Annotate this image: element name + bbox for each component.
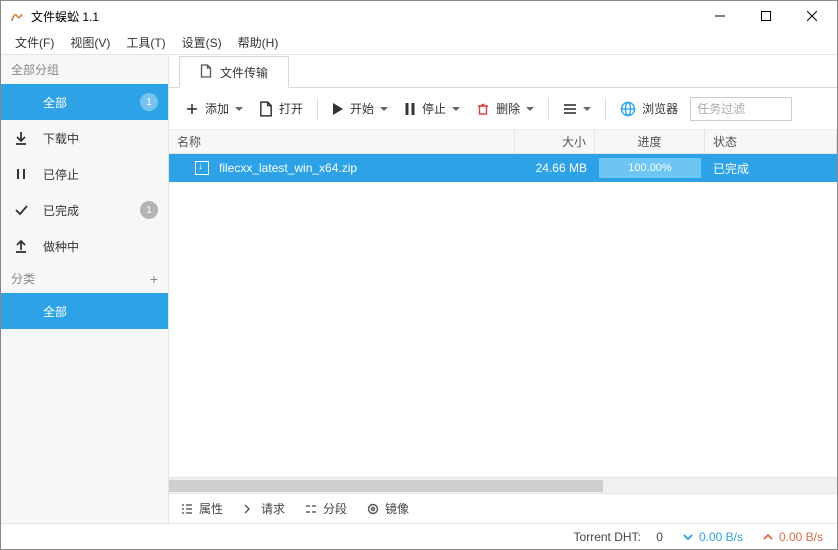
open-button[interactable]: 打开 — [251, 94, 311, 124]
detail-tabs: 属性 请求 分段 镜像 — [169, 493, 837, 523]
menu-help[interactable]: 帮助(H) — [230, 31, 287, 54]
add-category-icon[interactable]: + — [150, 271, 158, 287]
delete-button[interactable]: 删除 — [468, 94, 542, 124]
tab-request[interactable]: 请求 — [243, 500, 285, 517]
minimize-button[interactable] — [697, 1, 743, 31]
sidebar-item-label: 已完成 — [43, 202, 79, 219]
tab-strip: 文件传输 — [169, 55, 837, 88]
sidebar-item-label: 全部 — [43, 303, 67, 320]
sidebar-item-category-all[interactable]: 全部 — [1, 293, 168, 329]
status-download-speed: 0.00 B/s — [683, 530, 743, 544]
horizontal-scrollbar[interactable] — [169, 477, 837, 493]
app-icon — [9, 8, 25, 24]
sidebar-item-completed[interactable]: 已完成 1 — [1, 192, 168, 228]
tab-mirrors[interactable]: 镜像 — [367, 500, 409, 517]
list-header: 名称 大小 进度 状态 — [169, 130, 837, 154]
status-dht: Torrent DHT: 0 — [574, 530, 663, 544]
task-size: 24.66 MB — [515, 154, 595, 182]
menu-settings[interactable]: 设置(S) — [174, 31, 230, 54]
task-name: filecxx_latest_win_x64.zip — [219, 161, 357, 175]
browser-button[interactable]: 浏览器 — [612, 94, 686, 124]
maximize-button[interactable] — [743, 1, 789, 31]
chevron-down-icon — [583, 107, 591, 111]
sidebar-item-label: 做种中 — [43, 238, 79, 255]
sidebar-item-seeding[interactable]: 做种中 — [1, 228, 168, 264]
sidebar-item-label: 全部 — [43, 94, 67, 111]
sidebar-header-category: 分类 + — [1, 264, 168, 293]
menu-tools[interactable]: 工具(T) — [118, 31, 173, 54]
sidebar-header-groups: 全部分组 — [1, 55, 168, 84]
document-icon — [200, 64, 212, 81]
column-name[interactable]: 名称 — [169, 130, 515, 153]
main-area: 全部分组 全部 1 下载中 已停止 已完成 1 做种中 分类 + — [1, 55, 837, 523]
hamburger-icon — [13, 303, 29, 319]
sidebar: 全部分组 全部 1 下载中 已停止 已完成 1 做种中 分类 + — [1, 55, 169, 523]
tab-file-transfer[interactable]: 文件传输 — [179, 56, 289, 88]
menubar: 文件(F) 视图(V) 工具(T) 设置(S) 帮助(H) — [1, 31, 837, 55]
pause-icon — [13, 166, 29, 182]
upload-icon — [13, 238, 29, 254]
sidebar-item-label: 下载中 — [43, 130, 79, 147]
sidebar-item-label: 已停止 — [43, 166, 79, 183]
status-upload-speed: 0.00 B/s — [763, 530, 823, 544]
start-button[interactable]: 开始 — [324, 94, 396, 124]
count-badge: 1 — [140, 201, 158, 219]
stop-button[interactable]: 停止 — [396, 94, 468, 124]
sidebar-item-downloading[interactable]: 下载中 — [1, 120, 168, 156]
content-panel: 文件传输 添加 打开 开始 停止 删除 — [169, 55, 837, 523]
download-icon — [13, 130, 29, 146]
titlebar: 文件蜈蚣 1.1 — [1, 1, 837, 31]
chevron-down-icon — [235, 107, 243, 111]
table-row[interactable]: filecxx_latest_win_x64.zip 24.66 MB 100.… — [169, 154, 837, 182]
archive-icon — [195, 161, 209, 175]
chevron-down-icon — [452, 107, 460, 111]
add-button[interactable]: 添加 — [177, 94, 251, 124]
column-size[interactable]: 大小 — [515, 130, 595, 153]
tab-segments[interactable]: 分段 — [305, 500, 347, 517]
window-title: 文件蜈蚣 1.1 — [31, 8, 697, 25]
chevron-down-icon — [526, 107, 534, 111]
tab-label: 文件传输 — [220, 64, 268, 81]
sidebar-item-paused[interactable]: 已停止 — [1, 156, 168, 192]
count-badge: 1 — [140, 93, 158, 111]
statusbar: Torrent DHT: 0 0.00 B/s 0.00 B/s — [1, 523, 837, 549]
checkmark-icon — [13, 202, 29, 218]
menu-file[interactable]: 文件(F) — [7, 31, 62, 54]
column-status[interactable]: 状态 — [705, 130, 837, 153]
menu-view[interactable]: 视图(V) — [62, 31, 118, 54]
close-button[interactable] — [789, 1, 835, 31]
list-options-button[interactable] — [555, 94, 599, 124]
progress-bar: 100.00% — [599, 158, 701, 178]
tab-properties[interactable]: 属性 — [181, 500, 223, 517]
sidebar-item-all[interactable]: 全部 1 — [1, 84, 168, 120]
filter-input[interactable] — [690, 97, 792, 121]
toolbar: 添加 打开 开始 停止 删除 — [169, 88, 837, 130]
hamburger-icon — [13, 94, 29, 110]
column-progress[interactable]: 进度 — [595, 130, 705, 153]
chevron-down-icon — [380, 107, 388, 111]
task-list: filecxx_latest_win_x64.zip 24.66 MB 100.… — [169, 154, 837, 477]
task-status: 已完成 — [705, 154, 837, 182]
